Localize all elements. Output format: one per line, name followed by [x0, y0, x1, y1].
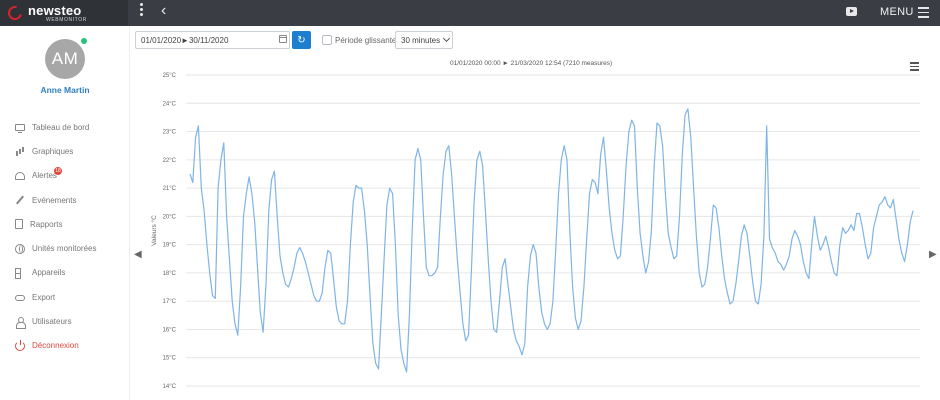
sidebar-item-label: Unités monitorées: [32, 244, 97, 254]
sidebar-item-label: Utilisateurs: [32, 317, 72, 327]
grid-icon: [15, 267, 25, 279]
sidebar-item-logout[interactable]: Déconnexion: [0, 334, 130, 358]
sidebar-item-charts[interactable]: Graphiques: [0, 139, 130, 163]
bell-icon: [15, 171, 25, 180]
hamburger-icon[interactable]: [918, 7, 929, 18]
y-tick-label: 23°C: [163, 130, 177, 136]
sidebar-item-label: Tableau de bord: [32, 122, 90, 132]
y-tick-label: 19°C: [163, 243, 177, 249]
logo[interactable]: newsteo WEBMONITOR: [0, 0, 128, 26]
logo-sub-text: WEBMONITOR: [46, 16, 87, 23]
rolling-period-label[interactable]: Période glissante: [335, 36, 396, 45]
y-tick-label: 16°C: [163, 327, 177, 333]
sidebar-item-label: Alertes: [32, 171, 57, 181]
y-tick-label: 14°C: [163, 384, 177, 390]
sidebar-item-label: Graphiques: [32, 146, 74, 156]
sidebar-item-label: Rapports: [30, 219, 63, 229]
y-tick-label: 22°C: [163, 158, 177, 164]
chart-menu-icon[interactable]: [910, 62, 919, 71]
online-status-dot: [81, 38, 87, 44]
user-icon: [15, 316, 26, 329]
chevron-right-icon[interactable]: ▶: [929, 249, 937, 260]
menu-label[interactable]: MENU: [880, 6, 914, 18]
chevron-left-icon[interactable]: ‹: [161, 2, 166, 20]
avatar[interactable]: AM: [45, 39, 85, 79]
logo-main-text: newsteo: [28, 2, 82, 18]
kebab-menu-icon[interactable]: [140, 3, 143, 16]
sidebar: AM Anne Martin Tableau de bord Graphique…: [0, 26, 130, 400]
sidebar-item-label: Evénements: [32, 195, 77, 205]
sidebar-item-label: Déconnexion: [32, 341, 79, 351]
top-bar: newsteo WEBMONITOR ‹ MENU: [0, 0, 940, 26]
refresh-button[interactable]: ↻: [292, 31, 311, 49]
power-icon: [15, 339, 25, 351]
user-name[interactable]: Anne Martin: [0, 85, 130, 95]
alerts-badge: 18: [54, 166, 62, 175]
video-icon[interactable]: [846, 7, 857, 16]
y-tick-label: 21°C: [163, 186, 177, 192]
series-line[interactable]: [189, 108, 914, 373]
sidebar-item-devices[interactable]: Appareils: [0, 261, 130, 285]
monitor-icon: [15, 123, 25, 133]
y-tick-label: 15°C: [163, 356, 177, 362]
cloud-upload-icon: [15, 295, 25, 302]
sidebar-item-label: Appareils: [32, 268, 66, 278]
chevron-left-icon[interactable]: ◀: [134, 249, 142, 260]
sidebar-item-alerts[interactable]: Alertes 18: [0, 164, 130, 188]
y-tick-label: 25°C: [163, 73, 177, 79]
sidebar-nav: Tableau de bord Graphiques Alertes 18 Ev…: [0, 115, 130, 358]
globe-icon: [15, 243, 25, 254]
y-tick-label: 24°C: [163, 101, 177, 107]
refresh-icon: ↻: [297, 34, 306, 46]
pen-icon: [15, 195, 25, 205]
chart-area: 01/01/2020 00:00 ► 21/03/2020 12:54 (721…: [130, 52, 940, 400]
logo-mark-icon: [5, 3, 25, 23]
calendar-icon[interactable]: [279, 35, 287, 43]
sidebar-item-users[interactable]: Utilisateurs: [0, 309, 130, 333]
temperature-line-chart[interactable]: 14°C 15°C 16°C 17°C 18°C 19°C 20°C 21°C 22°C 23°C…: [130, 52, 940, 400]
sidebar-item-dashboard[interactable]: Tableau de bord: [0, 115, 130, 139]
sidebar-item-reports[interactable]: Rapports: [0, 212, 130, 236]
date-range-input[interactable]: 01/01/2020►30/11/2020: [135, 31, 290, 49]
sidebar-item-events[interactable]: Evénements: [0, 188, 130, 212]
sidebar-item-export[interactable]: Export: [0, 285, 130, 309]
y-tick-label: 18°C: [163, 271, 177, 277]
y-tick-label: 20°C: [163, 214, 177, 220]
sidebar-item-label: Export: [32, 292, 56, 302]
sidebar-item-monitored-units[interactable]: Unités monitorées: [0, 236, 130, 260]
y-tick-label: 17°C: [163, 299, 177, 305]
y-axis-label: Valeurs °C: [150, 215, 158, 246]
document-icon: [15, 219, 23, 230]
rolling-period-checkbox[interactable]: [322, 35, 332, 45]
bar-chart-icon: [15, 146, 25, 157]
